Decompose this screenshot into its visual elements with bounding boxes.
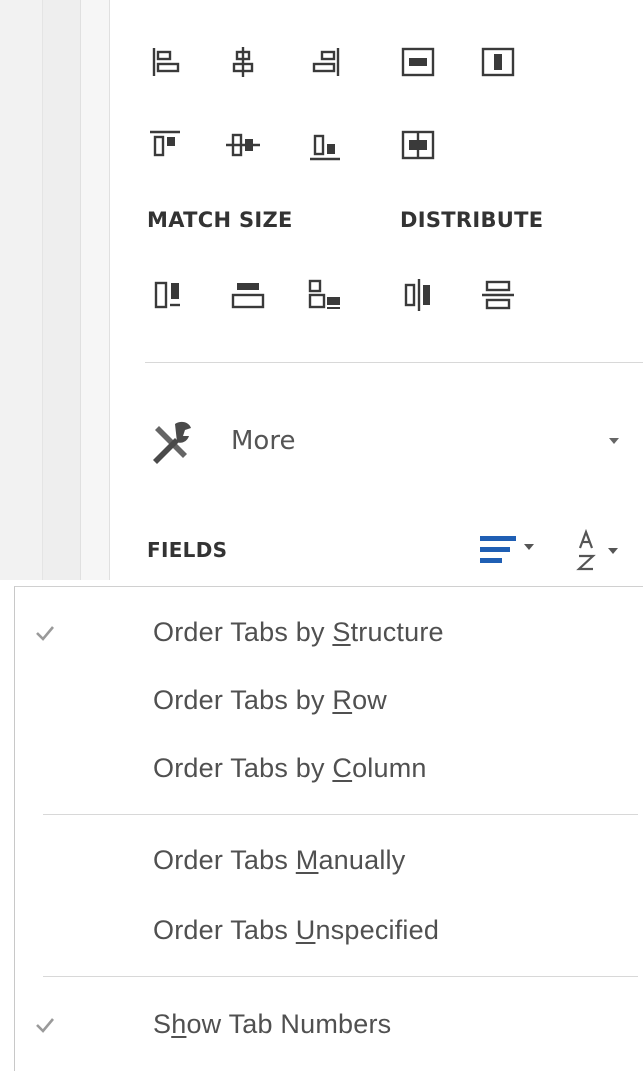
menu-item-label: Show Tab Numbers (153, 1009, 392, 1039)
same-width-icon[interactable] (150, 275, 190, 315)
more-dropdown[interactable]: More (145, 410, 643, 474)
menu-item-label: Order Tabs Unspecified (153, 915, 440, 945)
align-center-icon[interactable] (223, 42, 263, 82)
menu-item-order-by-row[interactable]: Order Tabs by Row (15, 673, 643, 733)
menu-item-order-unspecified[interactable]: Order Tabs Unspecified (15, 903, 643, 963)
tab-order-icon (480, 536, 534, 563)
menu-item-show-tab-numbers[interactable]: Show Tab Numbers (15, 997, 643, 1057)
sort-az-icon (576, 528, 618, 571)
tab-order-menu: Order Tabs by Structure Order Tabs by Ro… (14, 586, 643, 1071)
align-left-icon[interactable] (145, 42, 185, 82)
distribute-horizontal-icon[interactable] (398, 275, 438, 315)
tools-icon (145, 416, 197, 468)
menu-item-label: Order Tabs by Row (153, 685, 388, 715)
menu-item-label: Order Tabs Manually (153, 845, 406, 875)
menu-item-label: Order Tabs by Structure (153, 617, 444, 647)
left-gutter-strip (42, 0, 81, 580)
distribute-label: DISTRIBUTE (400, 208, 544, 232)
checkmark-icon (36, 626, 54, 641)
fields-label: FIELDS (147, 538, 228, 562)
menu-item-label: Order Tabs by Column (153, 753, 427, 783)
center-horizontally-icon[interactable] (398, 42, 438, 82)
menu-separator (43, 814, 638, 815)
more-label: More (231, 426, 296, 456)
same-height-icon[interactable] (228, 275, 268, 315)
chevron-down-icon (609, 438, 619, 444)
align-right-icon[interactable] (305, 42, 345, 82)
center-both-icon[interactable] (398, 125, 438, 165)
menu-item-order-by-column[interactable]: Order Tabs by Column (15, 741, 643, 801)
same-size-icon[interactable] (305, 275, 345, 315)
distribute-vertical-icon[interactable] (478, 275, 518, 315)
center-vertically-icon[interactable] (478, 42, 518, 82)
match-size-label: MATCH SIZE (147, 208, 293, 232)
panel-divider (145, 362, 643, 363)
align-bottom-icon[interactable] (305, 125, 345, 165)
tab-order-button[interactable] (480, 532, 550, 572)
sort-az-button[interactable] (574, 528, 634, 572)
left-gutter-strip (80, 0, 110, 580)
checkmark-icon (36, 1018, 54, 1033)
menu-item-order-manually[interactable]: Order Tabs Manually (15, 833, 643, 893)
menu-item-order-by-structure[interactable]: Order Tabs by Structure (15, 605, 643, 665)
left-gutter-strip (0, 0, 42, 580)
menu-separator (43, 976, 638, 977)
align-middle-icon[interactable] (223, 125, 263, 165)
align-top-icon[interactable] (145, 125, 185, 165)
